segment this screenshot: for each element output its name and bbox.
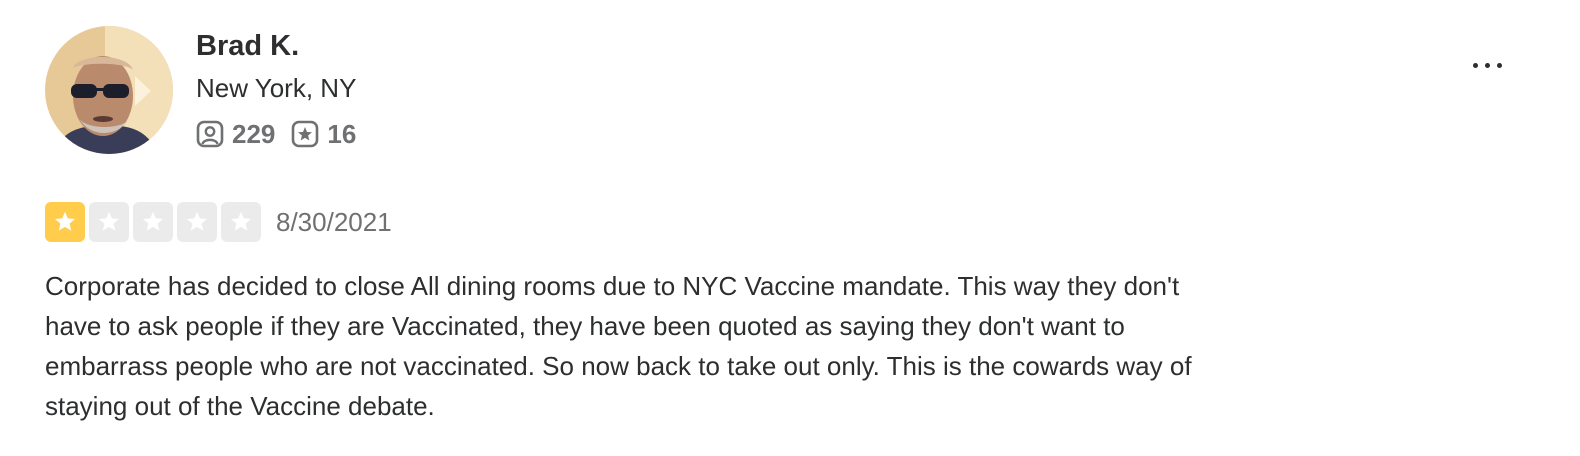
star-icon: [133, 202, 173, 242]
user-stats: 229 16: [196, 116, 356, 152]
reviews-stat: 16: [291, 119, 356, 150]
star-icon: [221, 202, 261, 242]
rating-row: 8/30/2021: [45, 202, 392, 242]
reviews-count: 16: [327, 118, 357, 149]
friends-stat: 229: [196, 119, 275, 150]
friends-count: 229: [232, 118, 276, 149]
user-location: New York, NY: [196, 73, 357, 103]
review-date: 8/30/2021: [276, 206, 392, 237]
more-options-icon[interactable]: [1462, 50, 1512, 80]
star-icon: [177, 202, 217, 242]
review-star-icon: [292, 120, 319, 148]
friends-icon: [196, 120, 224, 148]
star-rating: [45, 202, 261, 242]
user-name[interactable]: Brad K.: [196, 28, 299, 64]
review-text: Corporate has decided to close All dinin…: [45, 271, 1192, 421]
star-icon: [45, 202, 85, 242]
user-avatar[interactable]: [45, 26, 173, 154]
star-icon: [89, 202, 129, 242]
